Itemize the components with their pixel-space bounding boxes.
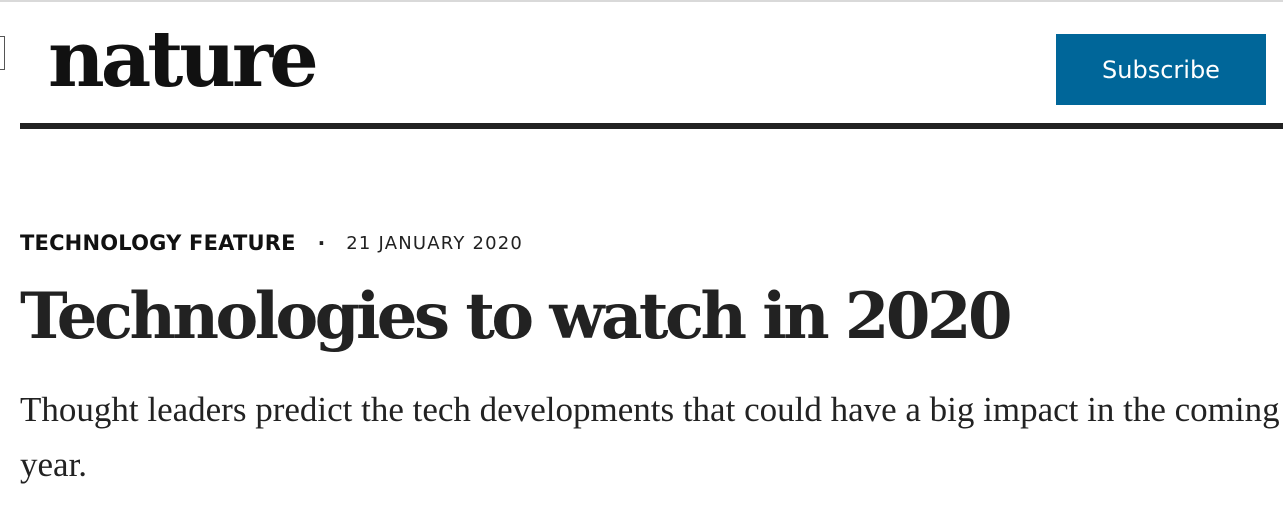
article-meta: TECHNOLOGY FEATURE · 21 JANUARY 2020	[20, 229, 523, 257]
nature-logo[interactable]: nature	[48, 10, 319, 110]
site-header: nature Subscribe	[0, 2, 1283, 123]
meta-separator: ·	[317, 231, 326, 255]
menu-icon[interactable]	[0, 36, 5, 70]
article-standfirst: Thought leaders predict the tech develop…	[20, 390, 1280, 484]
publish-date: 21 JANUARY 2020	[346, 232, 524, 254]
article-type-label: TECHNOLOGY FEATURE	[20, 231, 296, 255]
header-divider	[20, 123, 1283, 129]
article-title: Technologies to watch in 2020	[20, 279, 1013, 354]
subscribe-button[interactable]: Subscribe	[1056, 34, 1266, 105]
